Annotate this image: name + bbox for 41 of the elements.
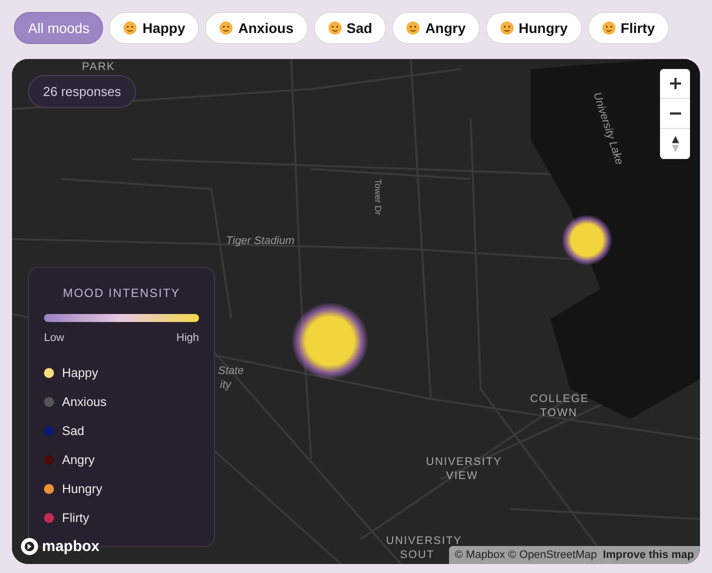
mapbox-logo-icon: [20, 537, 39, 556]
logo-wordmark: mapbox: [42, 538, 100, 555]
emoji-face-icon: [328, 21, 342, 35]
attribution-text: © Mapbox © OpenStreetMap: [454, 549, 597, 561]
mood-filter-chip[interactable]: Flirty: [588, 12, 669, 44]
mood-filter-chip[interactable]: Hungry: [486, 12, 582, 44]
map-label: State: [218, 365, 244, 378]
emoji-face-icon: [406, 21, 420, 35]
emoji-face-icon: [602, 21, 616, 35]
response-count-badge: 26 responses: [28, 75, 136, 108]
legend-title: MOOD INTENSITY: [62, 286, 182, 300]
emoji-face-icon: [500, 21, 514, 35]
map-label: TOWN: [540, 407, 578, 420]
map-label: COLLEGE: [530, 393, 589, 406]
map-label: UNIVERSITY: [426, 456, 502, 469]
legend-label: Anxious: [62, 394, 106, 408]
legend-label: Hungry: [62, 482, 102, 496]
mood-filter-chip[interactable]: Anxious: [205, 12, 308, 44]
map-label: SOUT: [400, 549, 435, 562]
scale-label: Low: [44, 332, 64, 344]
legend-label: Happy: [62, 366, 98, 380]
compass-icon: [670, 135, 680, 153]
legend-label: Sad: [62, 424, 84, 438]
mood-filter-chip[interactable]: Angry: [392, 12, 480, 44]
plus-icon: [668, 77, 682, 90]
heat-spot: [562, 215, 612, 265]
legend-label: Angry: [62, 452, 95, 466]
mood-filter-chip[interactable]: Happy: [109, 12, 200, 44]
map-label: Tiger Stadium: [226, 235, 294, 248]
zoom-in-button[interactable]: [660, 69, 690, 99]
map-label: VIEW: [446, 470, 478, 483]
map-label: ity: [220, 379, 231, 392]
legend-label: Flirty: [62, 510, 90, 524]
mood-filter-chip[interactable]: Sad: [314, 12, 386, 44]
map-label: UNIVERSITY: [386, 535, 462, 548]
improve-map-link[interactable]: Improve this map: [602, 549, 694, 561]
emoji-face-icon: [219, 21, 234, 35]
scale-label: High: [176, 332, 199, 344]
map-label: PARK: [82, 61, 116, 74]
map-label: Tower Dr: [372, 179, 384, 216]
emoji-face-icon: [123, 21, 138, 35]
